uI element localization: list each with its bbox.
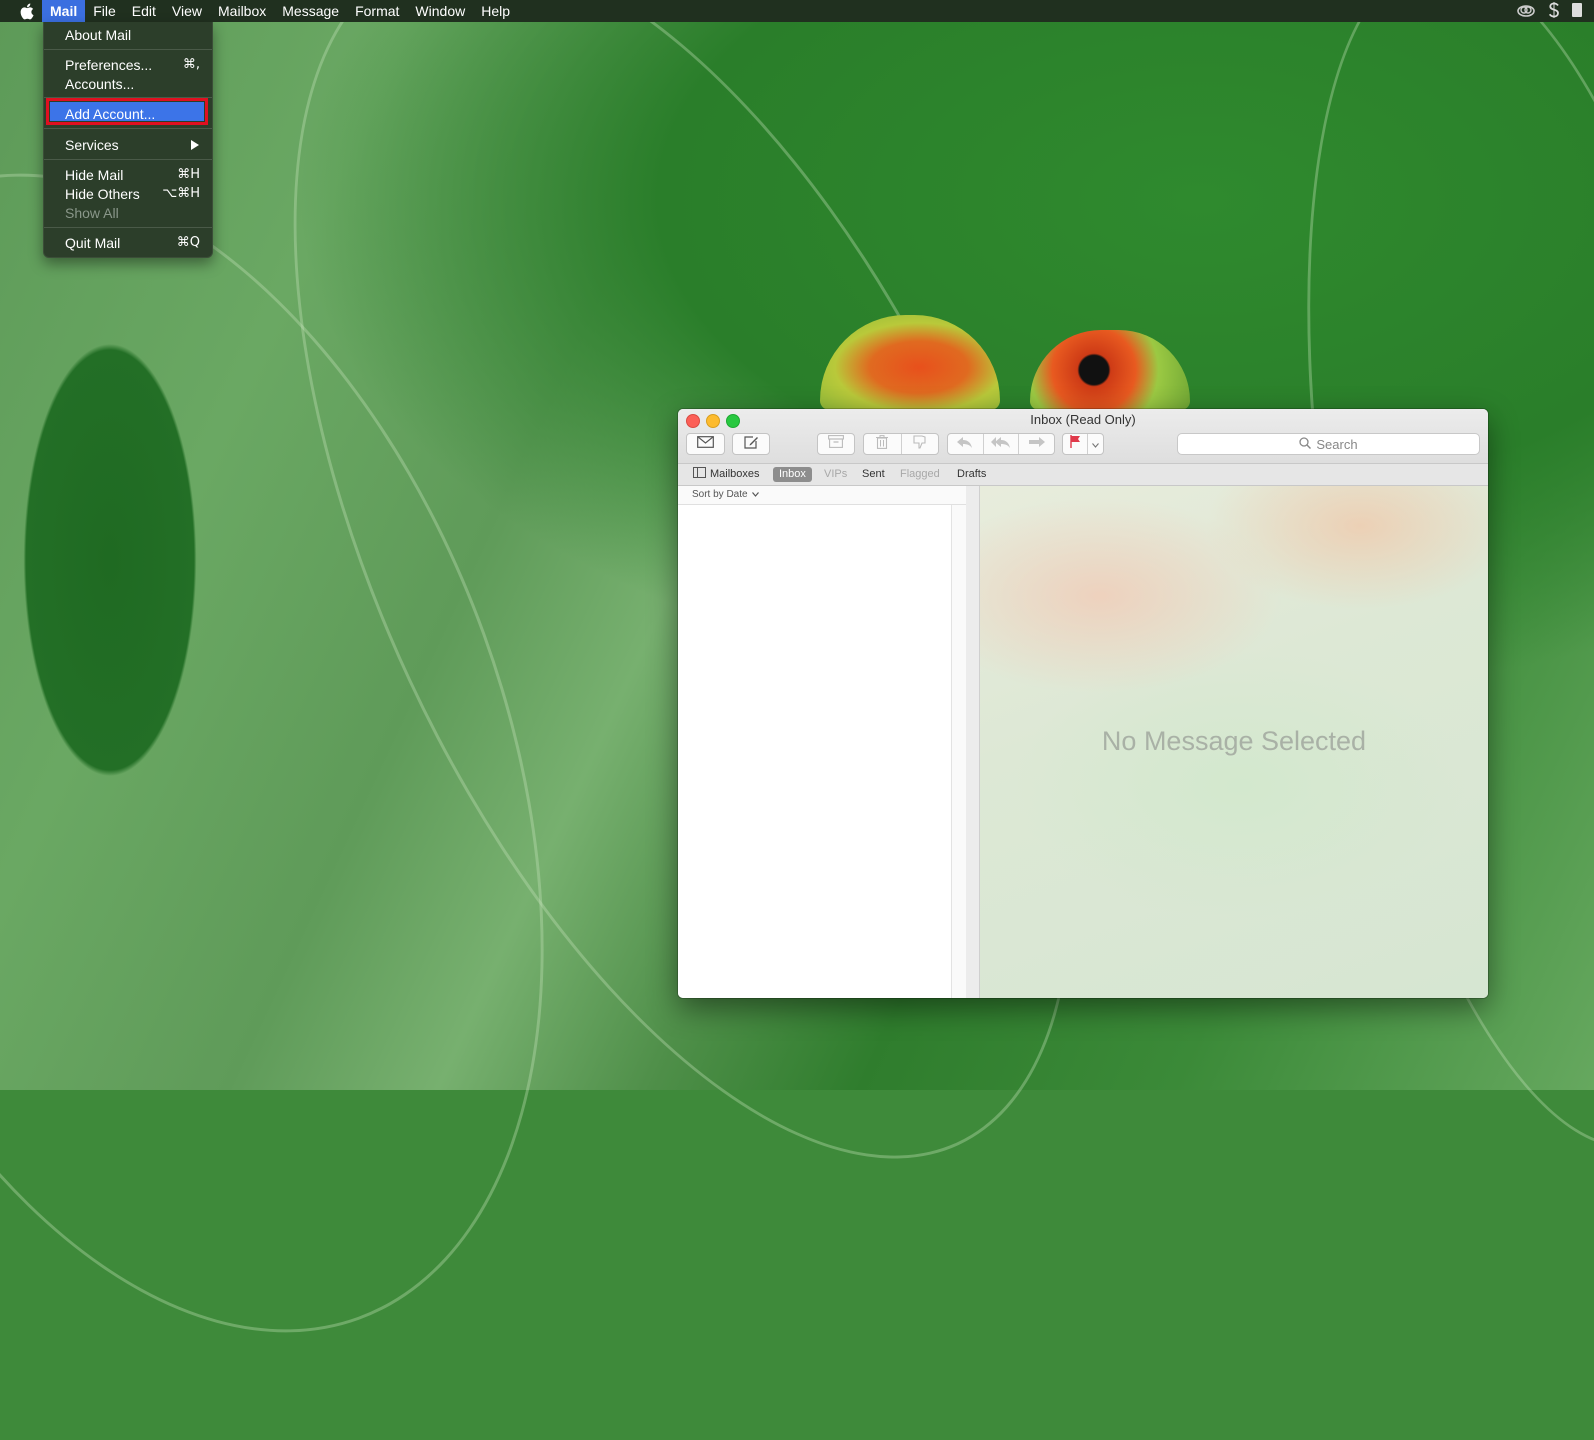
favorite-flagged[interactable]: Flagged — [894, 467, 946, 482]
menu-view[interactable]: View — [164, 0, 210, 22]
flag-button[interactable] — [1063, 434, 1088, 454]
menu-item-label: Quit Mail — [65, 235, 121, 251]
sync-s-icon[interactable] — [1548, 1, 1560, 21]
menu-separator — [44, 227, 212, 228]
menu-item-accounts[interactable]: Accounts... — [44, 74, 212, 93]
delete-junk-group — [863, 433, 939, 455]
thumbs-down-icon — [913, 434, 927, 454]
chevron-down-icon — [751, 489, 759, 500]
window-title: Inbox (Read Only) — [1030, 412, 1136, 427]
menu-item-label: Hide Others — [65, 186, 140, 202]
menu-item-label: About Mail — [65, 27, 132, 43]
chevron-down-icon — [1092, 435, 1099, 453]
apple-icon[interactable] — [12, 0, 42, 22]
compose-button[interactable] — [732, 433, 770, 455]
delete-button[interactable] — [864, 434, 902, 454]
menu-item-shortcut: ⌥⌘H — [162, 186, 200, 201]
forward-button[interactable] — [1019, 434, 1054, 454]
sort-label: Sort by Date — [692, 489, 748, 500]
reply-all-icon — [991, 435, 1011, 453]
menu-item-shortcut: ⌘, — [182, 57, 200, 72]
flag-icon — [1069, 435, 1081, 453]
menu-item-label: Accounts... — [65, 76, 135, 92]
window-toolbar: Inbox (Read Only) Search — [678, 409, 1488, 464]
favorite-drafts[interactable]: Drafts — [951, 467, 992, 482]
menu-item-hide-others[interactable]: Hide Others ⌥⌘H — [44, 184, 212, 203]
mailboxes-label: Mailboxes — [710, 468, 760, 480]
message-preview: No Message Selected — [980, 486, 1488, 998]
favorite-vips[interactable]: VIPs — [818, 467, 853, 482]
favorite-sent[interactable]: Sent — [856, 467, 891, 482]
trash-icon — [876, 434, 889, 454]
menu-separator — [44, 128, 212, 129]
menu-help[interactable]: Help — [473, 0, 518, 22]
menu-mailbox[interactable]: Mailbox — [210, 0, 274, 22]
menu-edit[interactable]: Edit — [124, 0, 164, 22]
menu-item-label: Show All — [65, 205, 119, 221]
menu-item-label: Preferences... — [65, 57, 153, 73]
archive-icon — [828, 435, 844, 453]
submenu-arrow-icon — [191, 140, 199, 150]
list-scrollbar[interactable] — [951, 505, 966, 998]
mail-window: Inbox (Read Only) Search Mailboxes Inbox… — [678, 409, 1488, 998]
menu-item-show-all: Show All — [44, 203, 212, 222]
menu-item-about-mail[interactable]: About Mail — [44, 25, 212, 44]
menu-mail[interactable]: Mail — [42, 0, 86, 22]
sort-bar: Sort by Date — [678, 486, 966, 505]
menu-format[interactable]: Format — [347, 0, 407, 22]
page-icon[interactable] — [1572, 2, 1582, 20]
creative-cloud-icon[interactable] — [1516, 3, 1536, 20]
frog-right-eye — [1030, 330, 1190, 410]
search-icon — [1299, 436, 1312, 452]
reply-forward-group — [947, 433, 1055, 455]
menu-separator — [44, 49, 212, 50]
menu-item-label: Add Account... — [65, 106, 156, 122]
reply-button[interactable] — [948, 434, 984, 454]
menu-message[interactable]: Message — [274, 0, 347, 22]
menu-separator — [44, 159, 212, 160]
menu-item-hide-mail[interactable]: Hide Mail ⌘H — [44, 165, 212, 184]
no-message-selected-label: No Message Selected — [1101, 726, 1367, 756]
menu-file[interactable]: File — [85, 0, 124, 22]
menu-item-add-account[interactable]: Add Account... — [44, 104, 212, 123]
menu-item-preferences[interactable]: Preferences... ⌘, — [44, 55, 212, 74]
sort-by-date-button[interactable]: Sort by Date — [692, 489, 759, 500]
mailboxes-button[interactable]: Mailboxes — [687, 466, 766, 483]
flag-group — [1062, 433, 1104, 455]
favorites-bar: Mailboxes Inbox VIPs Sent Flagged Drafts — [678, 464, 1488, 486]
sidebar-icon — [693, 466, 706, 483]
archive-button[interactable] — [817, 433, 855, 455]
menu-item-shortcut: ⌘H — [177, 167, 200, 182]
menu-item-shortcut: ⌘Q — [176, 235, 200, 250]
get-mail-button[interactable] — [686, 433, 725, 455]
search-field[interactable]: Search — [1177, 433, 1480, 455]
menu-item-label: Hide Mail — [65, 167, 124, 183]
junk-button[interactable] — [902, 434, 939, 454]
menu-item-services[interactable]: Services — [44, 135, 212, 154]
search-placeholder: Search — [1316, 436, 1358, 452]
reply-icon — [957, 435, 973, 453]
reply-all-button[interactable] — [984, 434, 1020, 454]
message-list[interactable]: Sort by Date — [678, 486, 966, 998]
menu-bar: Mail File Edit View Mailbox Message Form… — [0, 0, 1594, 22]
menu-window[interactable]: Window — [407, 0, 473, 22]
menu-item-quit-mail[interactable]: Quit Mail ⌘Q — [44, 233, 212, 252]
favorite-inbox[interactable]: Inbox — [773, 467, 812, 482]
envelope-icon — [697, 435, 714, 453]
compose-icon — [743, 435, 759, 454]
menu-item-label: Services — [65, 137, 119, 153]
flag-dropdown-button[interactable] — [1088, 434, 1103, 454]
mail-menu-dropdown: About Mail Preferences... ⌘, Accounts...… — [43, 22, 213, 258]
forward-icon — [1028, 435, 1045, 453]
